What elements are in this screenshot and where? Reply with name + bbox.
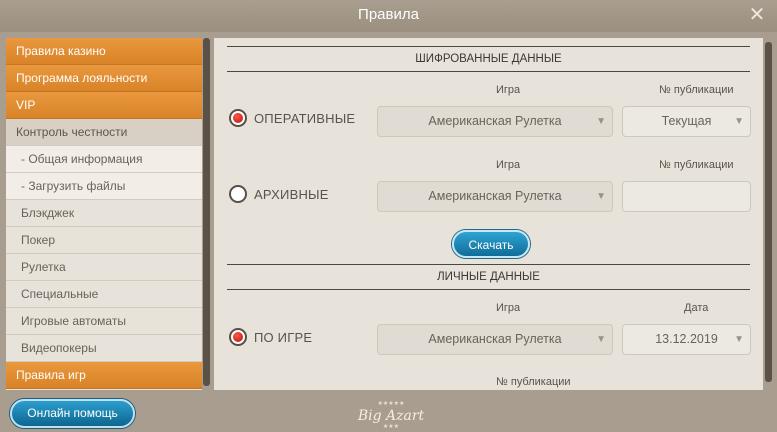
content-panel: ШИФРОВАННЫЕ ДАННЫЕ Игра № публикации ОПЕ…: [214, 38, 763, 390]
archive-publication-input[interactable]: [622, 181, 751, 212]
sidebar-item-videopoker[interactable]: Видеопокеры: [6, 335, 202, 362]
chevron-down-icon: ▼: [734, 334, 744, 345]
operational-game-select[interactable]: Американская Рулетка ▼: [377, 106, 613, 137]
chevron-down-icon: ▼: [734, 116, 744, 127]
operational-game-value: Американская Рулетка: [428, 114, 562, 128]
close-icon[interactable]: ✕: [747, 5, 767, 25]
operational-label: ОПЕРАТИВНЫЕ: [254, 111, 356, 126]
divider: [227, 46, 750, 47]
by-game-date-select[interactable]: 13.12.2019 ▼: [622, 324, 751, 355]
sidebar-scrollbar[interactable]: [203, 38, 210, 386]
by-game-label: ПО ИГРЕ: [254, 330, 313, 345]
game-column-label: Игра: [496, 302, 521, 314]
personal-section-title: ЛИЧНЫЕ ДАННЫЕ: [437, 271, 540, 283]
archive-game-select[interactable]: Американская Рулетка ▼: [377, 181, 613, 212]
divider: [227, 264, 750, 265]
game-column-label: Игра: [496, 159, 521, 171]
sidebar-item-fairness[interactable]: Контроль честности: [6, 119, 202, 146]
svg-text:★★★★★: ★★★★★: [378, 400, 405, 407]
by-game-game-select[interactable]: Американская Рулетка ▼: [377, 324, 613, 355]
content-scrollbar[interactable]: [765, 42, 772, 382]
sidebar-item-loyalty[interactable]: Программа лояльности: [6, 65, 202, 92]
sidebar: Правила казино Программа лояльности VIP …: [6, 38, 202, 390]
sidebar-item-poker[interactable]: Покер: [6, 227, 202, 254]
svg-text:★★★: ★★★: [383, 423, 399, 430]
sidebar-item-general-info[interactable]: - Общая информация: [6, 146, 202, 173]
title-bar: Правила ✕: [0, 0, 777, 32]
operational-publication-select[interactable]: Текущая ▼: [622, 106, 751, 137]
archive-game-value: Американская Рулетка: [428, 189, 562, 203]
online-help-button[interactable]: Онлайн помощь: [10, 399, 135, 428]
chevron-down-icon: ▼: [596, 116, 606, 127]
download-button[interactable]: Скачать: [452, 230, 530, 258]
by-game-date-value: 13.12.2019: [655, 332, 718, 346]
by-game-game-value: Американская Рулетка: [428, 332, 562, 346]
chevron-down-icon: ▼: [596, 334, 606, 345]
archive-label: АРХИВНЫЕ: [254, 187, 329, 202]
publication-column-label: № публикации: [496, 376, 571, 388]
divider: [227, 71, 750, 72]
date-column-label: Дата: [684, 302, 709, 314]
sidebar-item-blackjack[interactable]: Блэкджек: [6, 200, 202, 227]
sidebar-item-special[interactable]: Специальные: [6, 281, 202, 308]
game-column-label: Игра: [496, 84, 521, 96]
by-game-radio[interactable]: [229, 328, 247, 346]
sidebar-item-slots[interactable]: Игровые автоматы: [6, 308, 202, 335]
publication-column-label: № публикации: [659, 159, 734, 171]
sidebar-item-game-rules[interactable]: Правила игр: [6, 362, 202, 389]
sidebar-item-vip[interactable]: VIP: [6, 92, 202, 119]
sidebar-item-roulette[interactable]: Рулетка: [6, 254, 202, 281]
operational-radio[interactable]: [229, 109, 247, 127]
archive-radio[interactable]: [229, 185, 247, 203]
sidebar-item-casino-rules[interactable]: Правила казино: [6, 38, 202, 65]
big-azart-logo: ★★★★★ Big Azart ★★★: [357, 400, 425, 430]
operational-publication-value: Текущая: [661, 114, 712, 128]
window-title: Правила: [358, 6, 419, 23]
chevron-down-icon: ▼: [596, 191, 606, 202]
encrypted-section-title: ШИФРОВАННЫЕ ДАННЫЕ: [415, 53, 562, 65]
svg-text:Big Azart: Big Azart: [357, 408, 425, 424]
sidebar-item-upload-files[interactable]: - Загрузить файлы: [6, 173, 202, 200]
divider: [227, 289, 750, 290]
publication-column-label: № публикации: [659, 84, 734, 96]
